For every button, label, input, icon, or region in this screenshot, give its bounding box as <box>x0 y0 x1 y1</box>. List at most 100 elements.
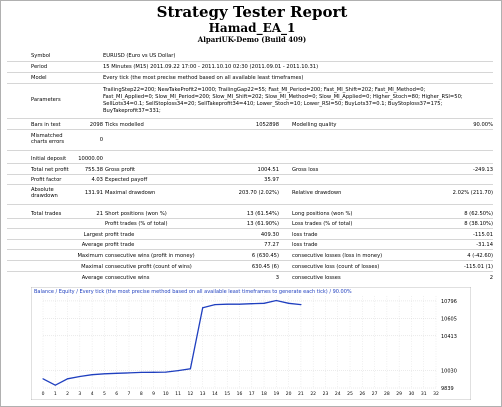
average-loss-label: loss trade <box>292 242 318 248</box>
report-page: Strategy Tester Report Hamad_EA_1 Alpari… <box>0 0 502 407</box>
x-tick-label: 12 <box>188 391 194 397</box>
x-tick-label: 5 <box>103 391 106 397</box>
avgcons-label: Average <box>81 275 103 281</box>
largest-profit-value: 409.30 <box>260 232 279 238</box>
avgwins-value: 3 <box>275 275 279 281</box>
balance-point <box>91 374 93 376</box>
grossloss-value: -249.13 <box>472 167 493 173</box>
x-tick-label: 13 <box>200 391 206 397</box>
symbol-label: Symbol <box>31 53 51 59</box>
payoff-value: 35.97 <box>264 177 279 183</box>
largest-label: Largest <box>83 232 103 238</box>
netprofit-label: Total net profit <box>31 167 69 173</box>
balance-point <box>42 378 44 380</box>
row-mismatched: Mismatched charts errors 0 <box>7 133 493 147</box>
balance-point <box>128 372 130 374</box>
reldd-value: 2.02% (211.70) <box>452 190 493 196</box>
deposit-value: 10000.00 <box>78 156 103 162</box>
balance-point <box>202 307 204 309</box>
largest-loss-label: loss trade <box>292 232 318 238</box>
x-tick-label: 17 <box>249 391 255 397</box>
period-label: Period <box>31 64 48 70</box>
trades-value: 21 <box>96 211 103 217</box>
reldd-label: Relative drawdown <box>292 190 342 196</box>
grossloss-label: Gross loss <box>292 167 319 173</box>
balance-point <box>66 378 69 380</box>
balance-point <box>116 372 118 374</box>
x-tick-label: 18 <box>261 391 267 397</box>
y-tick-label: 10796 <box>441 299 457 305</box>
parameters-label: Parameters <box>31 97 61 103</box>
parameters-line: Fast_MI_Applied=0; Slow_MI_Period=200; S… <box>103 94 463 100</box>
balance-point <box>189 368 191 370</box>
x-tick-label: 20 <box>286 391 292 397</box>
x-tick-label: 0 <box>42 391 45 397</box>
avgwins-label: consecutive wins <box>105 275 150 281</box>
balance-point <box>152 371 155 373</box>
x-tick-label: 14 <box>212 391 218 397</box>
losstrades-value: 8 (38.10%) <box>464 221 493 227</box>
maxprofit-value: 630.45 (6) <box>251 264 279 270</box>
x-tick-label: 19 <box>273 391 279 397</box>
x-tick-label: 15 <box>224 391 230 397</box>
average-loss-value: -31.14 <box>476 242 493 248</box>
profittrades-value: 13 (61.90%) <box>246 221 279 227</box>
x-tick-label: 9 <box>152 391 155 397</box>
pf-value: 4.03 <box>91 177 103 183</box>
balance-point <box>103 373 106 375</box>
maxdd-value: 203.70 (2.02%) <box>238 190 279 196</box>
x-tick-label: 28 <box>384 391 390 397</box>
x-tick-label: 21 <box>298 391 304 397</box>
y-tick-label: 9839 <box>441 386 454 392</box>
balance-point <box>165 371 167 373</box>
average-label: Average <box>81 242 103 248</box>
short-value: 13 (61.54%) <box>246 211 279 217</box>
parameters-line: BuyTakeprofit37=331; <box>103 108 161 114</box>
avglosses-label: consecutive losses <box>292 275 341 281</box>
balance-point <box>275 299 277 302</box>
balance-point <box>300 304 302 306</box>
x-tick-label: 11 <box>175 391 181 397</box>
quality-value: 90.00% <box>473 122 493 128</box>
x-tick-label: 8 <box>140 391 143 397</box>
average-profit-label: profit trade <box>105 242 135 248</box>
x-tick-label: 24 <box>335 391 341 397</box>
mismatched-value: 0 <box>99 137 103 143</box>
maxlosses-label: consecutive losses (loss in money) <box>292 253 383 259</box>
balance-point <box>288 302 290 304</box>
largest-profit-label: profit trade <box>105 232 135 238</box>
balance-point <box>177 370 179 372</box>
largest-loss-value: -115.01 <box>472 232 493 238</box>
x-tick-label: 7 <box>128 391 131 397</box>
balance-point <box>54 384 56 386</box>
server-name: AlpariUK-Demo (Build 409) <box>197 35 307 44</box>
x-tick-label: 23 <box>323 391 329 397</box>
long-value: 8 (62.50%) <box>464 211 493 217</box>
maxlosses-value: 4 (-42.60) <box>467 253 493 259</box>
maxwins-label: consecutive wins (profit in money) <box>105 253 195 259</box>
report-title: Strategy Tester Report <box>156 3 348 21</box>
x-tick-label: 1 <box>54 391 57 397</box>
x-tick-label: 32 <box>433 391 439 397</box>
balance-point <box>263 302 265 304</box>
maximum-label: Maximum <box>77 253 103 259</box>
absdd-value: 131.91 <box>84 190 103 196</box>
period-value: 15 Minutes (M15) 2011.09.22 17:00 - 2011… <box>103 64 319 70</box>
trades-label: Total trades <box>31 211 62 217</box>
model-label: Model <box>31 75 47 81</box>
x-tick-label: 4 <box>91 391 94 397</box>
balance-point <box>140 371 142 374</box>
y-tick-label: 10413 <box>441 334 457 340</box>
balance-chart: Balance / Equity / Every tick (the most … <box>31 287 471 400</box>
x-tick-label: 30 <box>409 391 415 397</box>
chart-legend: Balance / Equity / Every tick (the most … <box>34 289 352 295</box>
symbol-value: EURUSD (Euro vs US Dollar) <box>103 53 176 59</box>
parameters-line: SellLots34=0.1; SellStoploss34=20; SellT… <box>103 101 443 107</box>
absdd-label: Absolute drawdown <box>31 187 58 199</box>
balance-point <box>214 304 216 306</box>
quality-label: Modelling quality <box>292 122 337 128</box>
row-parameters: Parameters TrailingStep22=200; NewTakePr… <box>7 87 493 115</box>
bars-label: Bars in test <box>31 122 61 128</box>
maxwins-value: 6 (630.45) <box>251 253 279 259</box>
maximal-label: Maximal <box>81 264 103 270</box>
